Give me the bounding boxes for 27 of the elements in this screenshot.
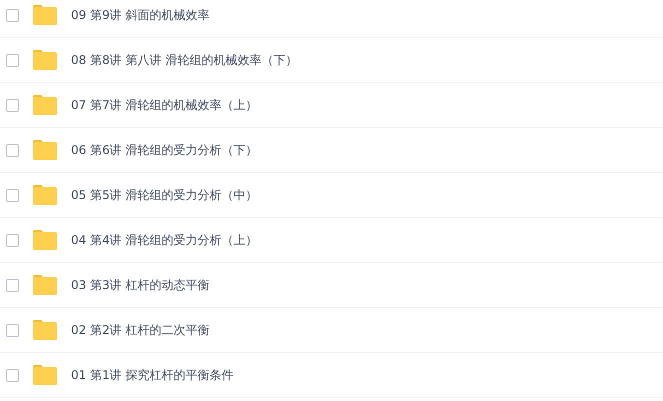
- checkbox[interactable]: [6, 98, 19, 112]
- folder-name[interactable]: 09 第9讲 斜面的机械效率: [71, 6, 210, 24]
- folder-icon: [32, 94, 58, 116]
- folder-name[interactable]: 08 第8讲 第八讲 滑轮组的机械效率（下）: [71, 52, 298, 68]
- folder-name[interactable]: 07 第7讲 滑轮组的机械效率（上）: [71, 96, 258, 114]
- checkbox[interactable]: [6, 54, 19, 66]
- folder-icon: [32, 274, 58, 296]
- folder-name[interactable]: 04 第4讲 滑轮组的受力分析（上）: [71, 232, 258, 248]
- folder-name[interactable]: 05 第5讲 滑轮组的受力分析（中）: [71, 186, 258, 204]
- checkbox[interactable]: [6, 324, 19, 336]
- folder-name[interactable]: 01 第1讲 探究杠杆的平衡条件: [71, 366, 234, 384]
- folder-name[interactable]: 03 第3讲 杠杆的动态平衡: [71, 276, 210, 294]
- checkbox[interactable]: [6, 144, 19, 156]
- checkbox[interactable]: [6, 188, 19, 202]
- checkbox[interactable]: [6, 8, 19, 22]
- checkbox[interactable]: [6, 368, 19, 382]
- folder-icon: [32, 49, 58, 71]
- folder-icon: [32, 184, 58, 206]
- folder-icon: [32, 4, 58, 26]
- folder-icon: [32, 229, 58, 251]
- folder-icon: [32, 319, 58, 341]
- folder-icon: [32, 139, 58, 161]
- checkbox[interactable]: [6, 234, 19, 246]
- folder-icon: [32, 364, 58, 386]
- checkbox[interactable]: [6, 278, 19, 292]
- folder-name[interactable]: 06 第6讲 滑轮组的受力分析（下）: [71, 142, 258, 158]
- folder-name[interactable]: 02 第2讲 杠杆的二次平衡: [71, 322, 210, 338]
